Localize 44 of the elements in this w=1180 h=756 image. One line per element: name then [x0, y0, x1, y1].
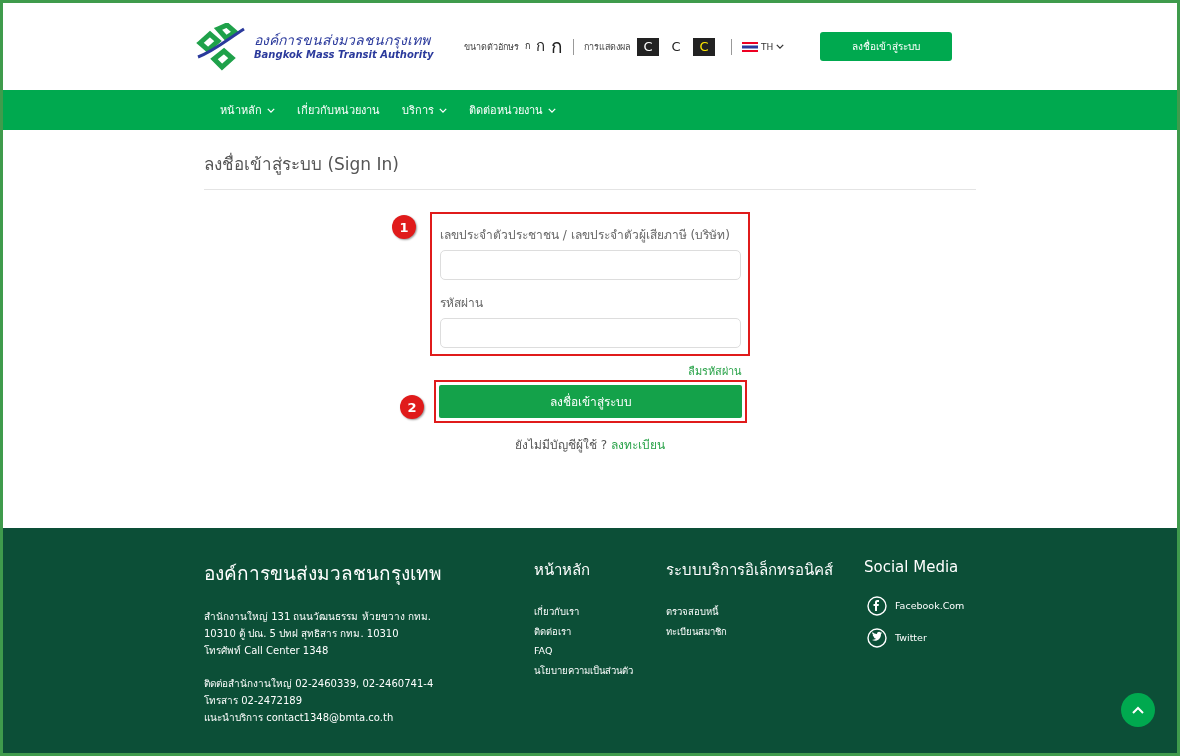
- footer-link[interactable]: ติดต่อเรา: [534, 621, 666, 641]
- annotation-marker: 1: [392, 215, 416, 239]
- address-line: 10310 ตู้ ปณ. 5 ปทฝ สุทธิสาร กทม. 10310: [204, 627, 400, 642]
- contrast-option[interactable]: C: [693, 37, 715, 56]
- id-input-field[interactable]: [440, 250, 741, 280]
- footer-heading: Social Media: [864, 558, 960, 576]
- footer-heading: ระบบบริการอิเล็กทรอนิคส์: [666, 559, 834, 581]
- field-label: รหัสผ่าน: [440, 295, 484, 312]
- display-label: การแสดงผล: [584, 40, 631, 54]
- font-size-option[interactable]: ก: [525, 42, 530, 51]
- field-label: เลขประจำตัวประชาชน / เลขประจำตัวผู้เสียภาษี (บริษัท): [440, 227, 731, 245]
- address-line: สำนักงานใหญ่ 131 ถนนวัฒนธรรม ห้วยขวาง กทม.: [204, 610, 432, 624]
- footer-link[interactable]: นโยบายความเป็นส่วนตัว: [534, 660, 666, 680]
- social-link[interactable]: Facebook.Com: [895, 596, 965, 616]
- chevron-up-icon: [1132, 706, 1144, 714]
- flag-icon: [742, 41, 758, 52]
- contact-line: โทรสาร 02-2472189: [204, 694, 304, 708]
- page-title: ลงชื่อเข้าสู่ระบบ (Sign In): [204, 130, 976, 190]
- social-link[interactable]: Twitter: [895, 628, 927, 648]
- footer-link[interactable]: ตรวจสอบหนี้: [666, 602, 864, 622]
- contact-line: ติดต่อสำนักงานใหญ่ 02-2460339, 02-2460741-4: [204, 677, 435, 691]
- caret-icon: [548, 107, 556, 113]
- contrast-option[interactable]: C: [637, 37, 659, 56]
- font-size-option[interactable]: ก: [551, 37, 563, 56]
- logo-subtitle: Bangkok Mass Transit Authority: [254, 48, 434, 60]
- caret-icon: [776, 44, 785, 49]
- font-size-option[interactable]: ก: [536, 39, 545, 54]
- footer-link[interactable]: FAQ: [534, 641, 666, 661]
- facebook-icon: [867, 596, 887, 616]
- caret-icon: [439, 107, 447, 113]
- address-line: โทรศัพท์ Call Center 1348: [204, 644, 330, 658]
- footer-heading: หน้าหลัก: [534, 560, 591, 581]
- footer-title: องค์การขนส่งมวลชนกรุงเทพ: [204, 561, 443, 587]
- language-selector[interactable]: TH: [742, 41, 785, 52]
- footer-link[interactable]: เกี่ยวกับเรา: [534, 602, 666, 622]
- annotation-marker: 2: [400, 395, 424, 419]
- font-size-label: ขนาดตัวอักษร: [464, 40, 519, 54]
- contact-line: แนะนำบริการ contact1348@bmta.co.th: [204, 711, 395, 725]
- logo-title: องค์การขนส่งมวลชนกรุงเทพ: [254, 33, 431, 49]
- password-input-field[interactable]: [440, 318, 741, 348]
- twitter-icon: [867, 628, 887, 648]
- no-account-text: ยังไม่มีบัญชีผู้ใช้ ?: [515, 438, 608, 452]
- footer-link[interactable]: ทะเบียนสมาชิก: [666, 621, 864, 641]
- caret-icon: [267, 107, 275, 113]
